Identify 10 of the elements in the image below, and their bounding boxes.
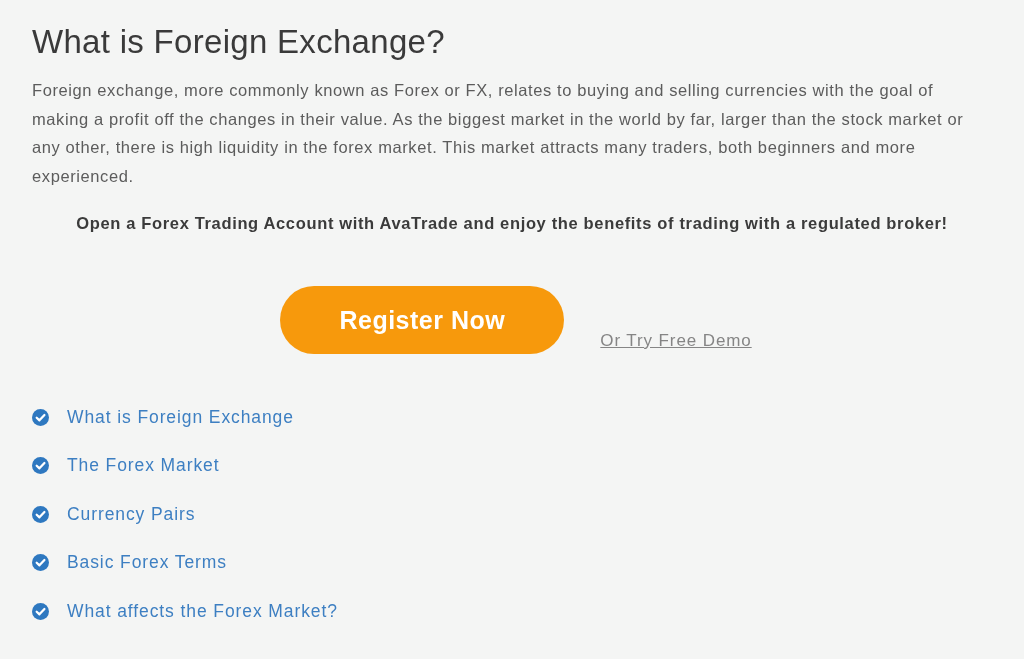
register-button[interactable]: Register Now (280, 286, 565, 354)
topic-link[interactable]: What affects the Forex Market? (67, 600, 338, 622)
topic-link[interactable]: The Forex Market (67, 455, 220, 476)
topic-link[interactable]: Basic Forex Terms (67, 552, 227, 573)
cta-text: Open a Forex Trading Account with AvaTrade and enjoy the benefits of trading with a regulated broker! (76, 213, 948, 233)
intro-paragraph: Foreign exchange, more commonly known as Forex or FX, relates to buying and selling currencies with the goal of making a profit off the changes in their value. As the biggest market in the world by far, larger than the stock market or any other, there is high liquidity in the forex market. This market attracts many traders, both beginners and more experienced. (32, 80, 965, 187)
demo-link[interactable]: Or Try Free Demo (600, 331, 752, 351)
topic-link[interactable]: Currency Pairs (67, 503, 196, 525)
page-heading: What is Foreign Exchange? (32, 22, 445, 62)
topic-link[interactable]: What is Foreign Exchange (67, 406, 294, 428)
